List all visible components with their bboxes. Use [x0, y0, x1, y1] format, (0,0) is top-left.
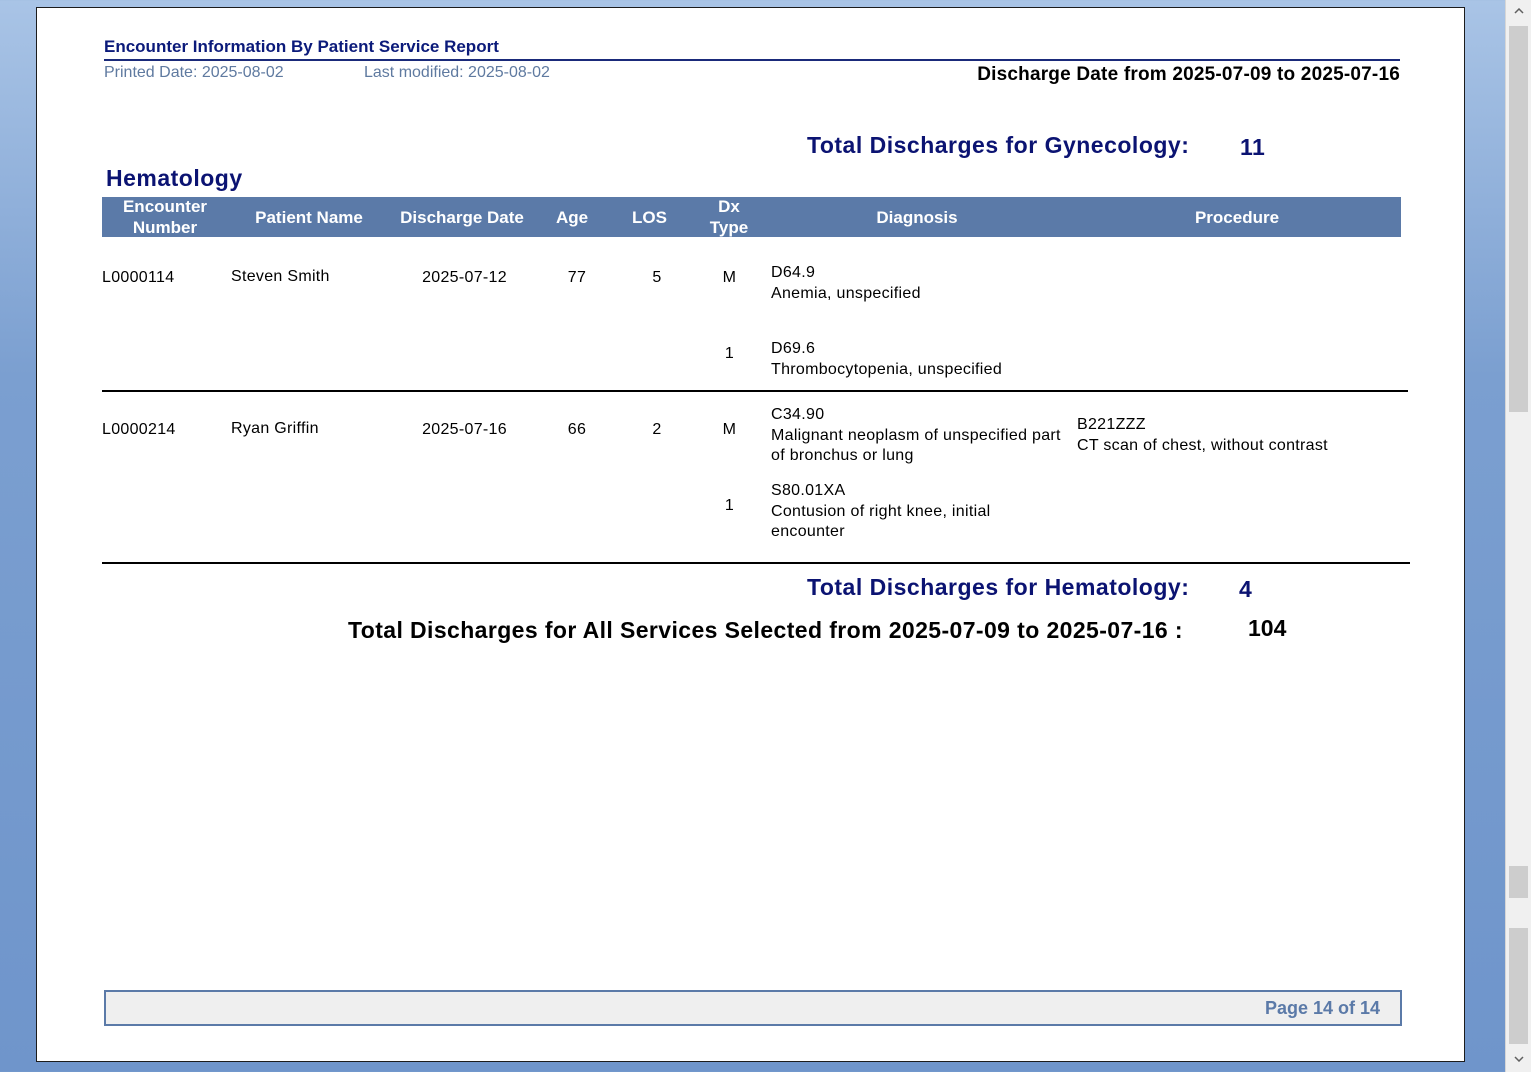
row1-patient: Steven Smith	[231, 268, 330, 285]
service-total-label: Total Discharges for Hematology:	[807, 574, 1190, 600]
service-heading: Hematology	[106, 165, 243, 191]
col-dx-type: Dx Type	[709, 197, 749, 237]
row1-los: 5	[652, 269, 662, 286]
grand-total-label: Total Discharges for All Services Select…	[348, 617, 1183, 643]
col-encounter-number: Encounter Number	[122, 197, 208, 237]
row1-dx2-type: 1	[724, 345, 735, 362]
row2-dx2-desc: Contusion of right knee, initial encount…	[771, 502, 991, 541]
col-discharge-date: Discharge Date	[400, 207, 524, 227]
row2-age: 66	[567, 421, 587, 438]
chevron-up-icon[interactable]	[1506, 2, 1531, 20]
title-underline	[104, 59, 1400, 61]
row1-dx2-code: D69.6	[771, 340, 816, 357]
row-divider	[102, 390, 1408, 392]
col-procedure: Procedure	[1194, 207, 1280, 227]
page-number: Page 14 of 14	[1264, 998, 1380, 1018]
row2-encounter: L0000214	[102, 421, 176, 438]
printed-date: Printed Date: 2025-08-02	[104, 64, 284, 81]
scrollbar-thumb[interactable]	[1509, 26, 1528, 412]
chevron-down-icon[interactable]	[1506, 1050, 1531, 1068]
row1-dx2: D69.6 Thrombocytopenia, unspecified	[771, 339, 1061, 380]
row2-procedure: B221ZZZ CT scan of chest, without contra…	[1077, 415, 1377, 456]
row2-dx2-code: S80.01XA	[771, 482, 846, 499]
page-footer: Page 14 of 14	[104, 990, 1402, 1026]
grand-total-value: 104	[1248, 615, 1287, 641]
previous-service-total-label: Total Discharges for Gynecology:	[807, 132, 1190, 158]
row2-dx2-type: 1	[724, 497, 735, 514]
previous-service-total-value: 11	[1240, 134, 1266, 160]
row2-dx1-type: M	[722, 421, 737, 438]
col-diagnosis: Diagnosis	[876, 207, 958, 227]
row2-procedure-desc: CT scan of chest, without contrast	[1077, 436, 1328, 454]
col-los: LOS	[632, 207, 667, 227]
row2-dx1-code: C34.90	[771, 406, 825, 423]
row1-dx1: D64.9 Anemia, unspecified	[771, 263, 1061, 304]
row1-dx1-code: D64.9	[771, 264, 816, 281]
row1-dx2-desc: Thrombocytopenia, unspecified	[771, 360, 1003, 378]
row1-discharge: 2025-07-12	[422, 269, 507, 286]
row2-procedure-code: B221ZZZ	[1077, 416, 1146, 433]
col-age: Age	[555, 207, 589, 227]
col-patient-name: Patient Name	[255, 207, 363, 227]
row2-dx1-desc: Malignant neoplasm of unspecified part o…	[771, 426, 1061, 465]
service-end-divider	[102, 562, 1410, 564]
report-page: Encounter Information By Patient Service…	[36, 7, 1465, 1062]
row2-patient: Ryan Griffin	[231, 420, 319, 437]
row2-dx2: S80.01XA Contusion of right knee, initia…	[771, 481, 1031, 543]
vertical-scrollbar[interactable]	[1505, 0, 1531, 1072]
table-header: Encounter Number Patient Name Discharge …	[102, 197, 1401, 237]
row1-encounter: L0000114	[102, 269, 175, 286]
discharge-date-range: Discharge Date from 2025-07-09 to 2025-0…	[977, 64, 1400, 85]
report-title: Encounter Information By Patient Service…	[104, 37, 499, 56]
row2-dx1: C34.90 Malignant neoplasm of unspecified…	[771, 405, 1061, 467]
service-total-value: 4	[1239, 576, 1253, 602]
scrollbar-lower-thumb[interactable]	[1509, 928, 1528, 1044]
row1-dx1-type: M	[722, 269, 737, 286]
row1-dx1-desc: Anemia, unspecified	[771, 284, 921, 302]
last-modified: Last modified: 2025-08-02	[364, 64, 550, 81]
row2-los: 2	[652, 421, 662, 438]
row1-age: 77	[567, 269, 587, 286]
scrollbar-marker[interactable]	[1509, 866, 1528, 898]
row2-discharge: 2025-07-16	[422, 421, 507, 438]
